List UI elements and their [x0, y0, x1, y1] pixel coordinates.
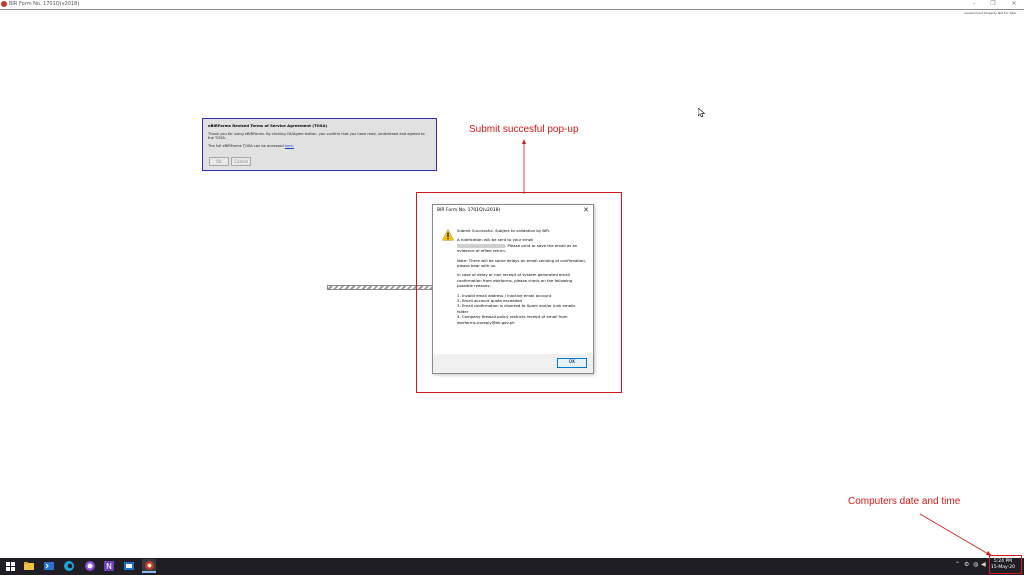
minimize-button[interactable]: –: [968, 0, 980, 8]
tosa-access-line: The full eBIRForms TOSA can be accessed …: [208, 144, 431, 148]
reason-item: 1. Invalid email address / inactive emai…: [457, 292, 552, 298]
tray-chevron-icon[interactable]: ⌃: [955, 561, 960, 568]
tosa-message: Thank you for using eBIRForms. By clicki…: [208, 132, 425, 140]
tosa-title: eBIRForms Revised Terms of Service Agree…: [208, 123, 328, 128]
outlook-app-icon[interactable]: [123, 560, 135, 572]
window-titlebar: BIR Form No. 1701Q(v2018) – ❐ ✕: [0, 0, 1024, 10]
window-title: BIR Form No. 1701Q(v2018): [9, 1, 80, 7]
tosa-dialog: eBIRForms Revised Terms of Service Agree…: [202, 118, 437, 171]
annotation-clock-label: Computers date and time: [848, 496, 961, 507]
reason-item: 4. Company firewall policy restricts rec…: [457, 314, 568, 325]
network-icon[interactable]: ◍: [973, 561, 978, 568]
reason-item: 2. Email account quota exceeded: [457, 298, 522, 304]
mouse-cursor-icon: [698, 108, 706, 118]
warning-icon: [442, 229, 454, 241]
government-property-note: Government Property Not For Sale: [964, 11, 1016, 15]
maximize-button[interactable]: ❐: [987, 0, 999, 8]
dialog-body: Submit Successful. Subject to validation…: [457, 228, 587, 325]
dialog-title: BIR Form No. 1701Q(v2018): [437, 208, 501, 213]
tosa-here-link[interactable]: here.: [285, 144, 294, 148]
taskbar: N ⌃ ⚙ ◍ ◀ 5:24 PM 15-May-20: [0, 558, 1024, 575]
tosa-ok-button[interactable]: Ok: [209, 157, 229, 166]
dialog-close-icon[interactable]: ✕: [583, 206, 589, 214]
file-explorer-icon[interactable]: [23, 560, 35, 572]
tosa-access-text: The full eBIRForms TOSA can be accessed: [208, 144, 285, 148]
github-app-icon[interactable]: [84, 560, 96, 572]
tosa-cancel-button[interactable]: Cancel: [231, 157, 252, 166]
submit-success-dialog: BIR Form No. 1701Q(v2018) ✕ Submit Succe…: [432, 204, 594, 374]
volume-icon[interactable]: ◀: [981, 561, 986, 568]
terminal-app-icon[interactable]: [43, 560, 55, 572]
dialog-line-note: Note: There will be some delays on email…: [457, 257, 587, 269]
dialog-reasons: 1. Invalid email address / inactive emai…: [457, 293, 587, 325]
dialog-line-submit: Submit Successful. Subject to validation…: [457, 228, 551, 233]
annotation-clock-box: [989, 555, 1022, 574]
notification-text-a: A notification will be sent to your emai…: [457, 237, 534, 243]
app-icon: [1, 1, 7, 7]
annotation-arrow-clock: [919, 513, 992, 556]
tray-app-icon[interactable]: ⚙: [964, 561, 969, 568]
close-window-button[interactable]: ✕: [1008, 0, 1020, 8]
tosa-buttons: Ok Cancel: [209, 157, 252, 166]
svg-text:N: N: [106, 562, 112, 571]
start-windows-icon[interactable]: [4, 560, 16, 572]
annotation-popup-label: Submit succesful pop-up: [469, 124, 579, 135]
reason-item: 3. Email confirmation is diverted to Spa…: [457, 303, 576, 314]
visual-studio-icon[interactable]: N: [103, 560, 115, 572]
redacted-email: [457, 243, 505, 248]
edge-browser-icon[interactable]: [63, 560, 75, 572]
annotation-arrow-up: [522, 139, 526, 194]
dialog-line-delay: In case of delay or non receipt of syste…: [457, 272, 573, 289]
dialog-line-notification: A notification will be sent to your emai…: [457, 237, 587, 253]
bir-form-app-icon[interactable]: [142, 559, 156, 573]
dialog-footer: OK: [433, 354, 593, 373]
dialog-ok-button[interactable]: OK: [557, 358, 587, 368]
